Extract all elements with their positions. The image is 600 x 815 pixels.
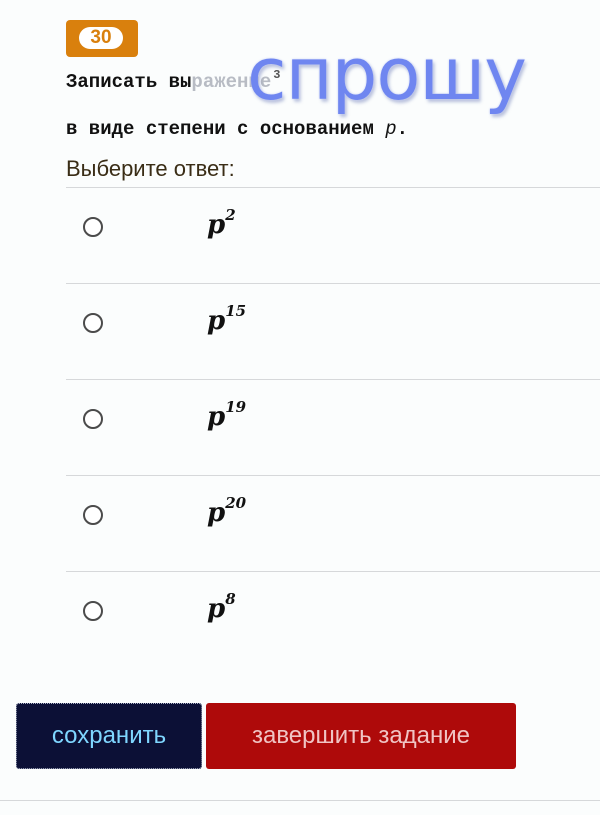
answer-exponent: 19 — [225, 398, 247, 416]
answer-option[interactable]: p8 — [66, 571, 600, 667]
watermark-logo: спрошу — [247, 32, 527, 116]
answer-exponent: 2 — [225, 206, 236, 224]
bottom-divider — [0, 800, 600, 801]
answer-prompt: Выберите ответ: — [66, 156, 235, 181]
answer-base: p — [207, 402, 226, 432]
answer-option[interactable]: p15 — [66, 283, 600, 379]
answer-base: p — [207, 498, 226, 528]
answer-exponent: 8 — [225, 590, 236, 608]
answer-radio[interactable] — [83, 505, 103, 525]
answer-expression[interactable]: p20 — [207, 494, 246, 528]
question-text-line2-body: в виде степени с основанием — [66, 118, 386, 140]
question-number: 30 — [79, 27, 123, 49]
save-button[interactable]: сохранить — [16, 703, 202, 769]
answer-expression[interactable]: p15 — [207, 302, 246, 336]
answer-exponent: 15 — [225, 302, 247, 320]
question-text-visible: Записать вы — [66, 71, 192, 93]
answer-exponent: 20 — [225, 494, 247, 512]
answer-expression[interactable]: p8 — [207, 590, 236, 624]
answer-option[interactable]: p19 — [66, 379, 600, 475]
answer-radio[interactable] — [83, 313, 103, 333]
question-text-line2: в виде степени с основанием p. — [66, 118, 408, 140]
finish-task-button[interactable]: завершить задание — [206, 703, 516, 769]
answer-radio[interactable] — [83, 409, 103, 429]
question-text-line2-end: . — [396, 118, 409, 140]
answer-base: p — [207, 306, 226, 336]
question-base-variable: p — [385, 118, 397, 140]
answer-option[interactable]: p2 — [66, 187, 600, 283]
answer-options: p2 p15 p19 p20 p8 — [66, 187, 600, 667]
question-number-badge: 30 — [66, 20, 138, 57]
answer-base: p — [207, 594, 226, 624]
answer-radio[interactable] — [83, 601, 103, 621]
answer-expression[interactable]: p2 — [207, 206, 236, 240]
answer-option[interactable]: p20 — [66, 475, 600, 571]
answer-base: p — [207, 210, 226, 240]
answer-expression[interactable]: p19 — [207, 398, 246, 432]
answer-radio[interactable] — [83, 217, 103, 237]
